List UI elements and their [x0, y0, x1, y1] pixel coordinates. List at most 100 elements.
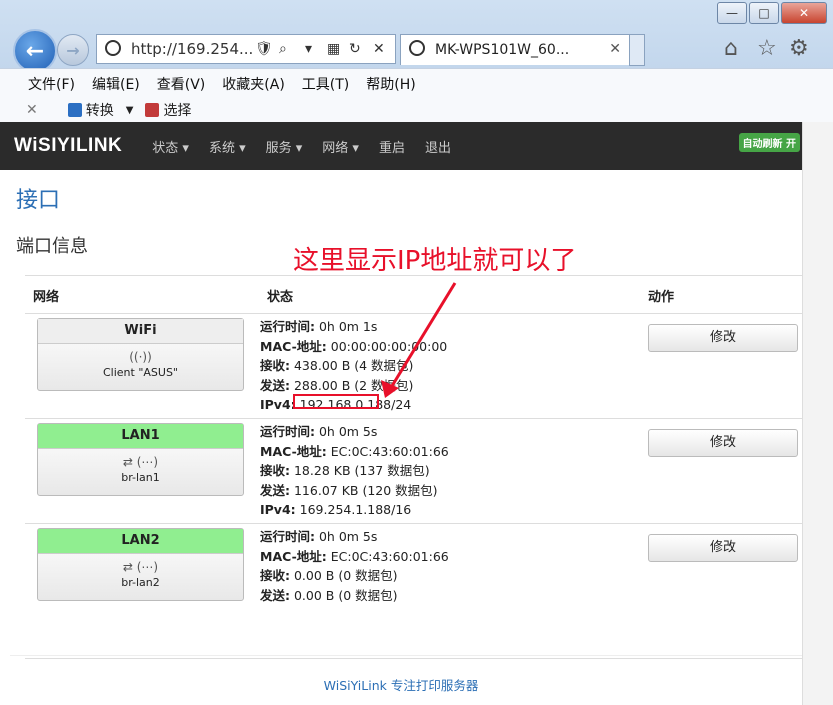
status-line: 接收: 0.00 B (0 数据包)	[260, 566, 449, 586]
status-line: 接收: 438.00 B (4 数据包)	[260, 356, 447, 376]
search-icon[interactable]: ⌕	[279, 41, 287, 57]
status-value: 00:00:00:00:00:00	[330, 338, 448, 354]
menu-view[interactable]: 查看(V)	[157, 74, 206, 94]
edit-button[interactable]: 修改	[648, 324, 798, 352]
status-label: MAC-地址:	[260, 338, 327, 354]
interfaces-table: 网络 状态 动作 WiFi ((·)) Client "ASUS" 运行时间: 0h …	[25, 275, 802, 659]
refresh-icon[interactable]: ↻	[349, 41, 361, 57]
interface-body: ((·)) Client "ASUS"	[38, 344, 243, 390]
status-line: 运行时间: 0h 0m 1s	[260, 317, 447, 337]
interface-body: ⇄ (⋯) br-lan1	[38, 449, 243, 495]
favorites-star-icon[interactable]: ☆	[757, 36, 777, 61]
table-row: LAN2 ⇄ (⋯) br-lan2 运行时间: 0h 0m 5s MAC-地址: EC…	[25, 524, 802, 659]
status-value: 116.07 KB (120 数据包)	[293, 482, 438, 498]
dropdown-icon[interactable]: ▾	[305, 41, 312, 57]
col-network: 网络	[33, 290, 60, 305]
status-label: 发送:	[260, 587, 290, 603]
page-title: 接口	[16, 188, 61, 213]
nav-network[interactable]: 网络 ▾	[322, 137, 359, 156]
select-icon	[145, 103, 160, 117]
home-icon[interactable]: ⌂	[724, 36, 738, 61]
nav-services[interactable]: 服务 ▾	[266, 137, 303, 156]
nav-logout[interactable]: 退出	[425, 137, 451, 156]
stop-icon[interactable]: ✕	[373, 41, 385, 57]
site-navbar: WiSIYILINK 状态 ▾ 系统 ▾ 服务 ▾ 网络 ▾ 重启 退出 自动刷…	[0, 122, 833, 170]
interface-name: LAN1	[38, 424, 243, 449]
menu-bar: 文件(F) 编辑(E) 查看(V) 收藏夹(A) 工具(T) 帮助(H)	[0, 68, 833, 98]
convert-dropdown-icon[interactable]: ▼	[126, 105, 134, 116]
gear-icon[interactable]: ⚙	[789, 36, 809, 61]
new-tab-button[interactable]	[629, 34, 645, 66]
footer-divider	[10, 655, 802, 656]
close-icon[interactable]: ✕	[781, 2, 827, 24]
status-value: 0.00 B (0 数据包)	[293, 587, 398, 603]
back-button[interactable]: ←	[13, 29, 57, 73]
compat-view-icon[interactable]: ▦	[327, 41, 340, 57]
status-line: 运行时间: 0h 0m 5s	[260, 422, 449, 442]
maximize-icon[interactable]: □	[749, 2, 779, 24]
col-status: 状态	[267, 290, 294, 305]
status-label: IPv4:	[260, 502, 296, 517]
status-label: 发送:	[260, 482, 290, 498]
close-toolbar-icon[interactable]: ✕	[26, 102, 38, 118]
status-label: 接收:	[260, 463, 290, 478]
interface-body: ⇄ (⋯) br-lan2	[38, 554, 243, 600]
interface-sub: br-lan1	[121, 471, 160, 484]
status-value: 0h 0m 1s	[318, 319, 378, 334]
menu-favorites[interactable]: 收藏夹(A)	[222, 74, 285, 94]
vertical-scrollbar[interactable]	[802, 122, 833, 705]
status-line: 发送: 0.00 B (0 数据包)	[260, 586, 449, 606]
interface-card: LAN2 ⇄ (⋯) br-lan2	[37, 528, 244, 601]
menu-file[interactable]: 文件(F)	[28, 74, 75, 94]
menu-tools[interactable]: 工具(T)	[302, 74, 349, 94]
status-label: 接收:	[260, 358, 290, 373]
status-label: 运行时间:	[260, 319, 315, 334]
status-label: MAC-地址:	[260, 443, 327, 459]
section-title: 端口信息	[16, 236, 88, 257]
select-button[interactable]: 选择	[163, 100, 191, 120]
edit-button[interactable]: 修改	[648, 429, 798, 457]
command-bar: ✕ 转换 ▼ 选择	[0, 98, 833, 122]
convert-button[interactable]: 转换	[86, 100, 114, 120]
edit-button[interactable]: 修改	[648, 534, 798, 562]
auto-refresh-badge[interactable]: 自动刷新 开	[738, 133, 800, 152]
browser-tab[interactable]: MK-WPS101W_60... ✕	[400, 34, 630, 65]
annotation-text: 这里显示IP地址就可以了	[293, 246, 577, 276]
status-value: 0h 0m 5s	[318, 529, 378, 544]
status-line: 接收: 18.28 KB (137 数据包)	[260, 461, 449, 481]
nav-status[interactable]: 状态 ▾	[152, 137, 189, 156]
status-line: MAC-地址: 00:00:00:00:00:00	[260, 337, 447, 357]
interface-card: WiFi ((·)) Client "ASUS"	[37, 318, 244, 391]
menu-edit[interactable]: 编辑(E)	[92, 74, 140, 94]
address-bar[interactable]: http://169.254... 🛡 ⌕ ▾ ▦ ↻ ✕	[96, 34, 396, 64]
ethernet-icon: ⇄ (⋯)	[122, 560, 159, 574]
wifi-icon: ((·))	[129, 350, 152, 364]
address-url[interactable]: http://169.254...	[131, 40, 253, 58]
status-label: 发送:	[260, 377, 290, 393]
interface-name: WiFi	[38, 319, 243, 344]
status-value: 18.28 KB (137 数据包)	[293, 463, 430, 478]
interface-name: LAN2	[38, 529, 243, 554]
menu-help[interactable]: 帮助(H)	[366, 74, 415, 94]
window-controls: — □ ✕	[715, 2, 827, 24]
status-value: 0h 0m 5s	[318, 424, 378, 439]
interface-status: 运行时间: 0h 0m 5s MAC-地址: EC:0C:43:60:01:66 接…	[260, 422, 449, 520]
status-value: 0.00 B (0 数据包)	[293, 568, 398, 583]
status-label: 运行时间:	[260, 529, 315, 544]
interface-sub: Client "ASUS"	[102, 366, 178, 379]
interface-status: 运行时间: 0h 0m 5s MAC-地址: EC:0C:43:60:01:66 接…	[260, 527, 449, 605]
footer-link[interactable]: WiSiYiLink 专注打印服务器	[0, 675, 802, 694]
shield-icon[interactable]: 🛡	[255, 41, 273, 57]
site-logo[interactable]: WiSIYILINK	[14, 135, 122, 157]
status-value: 438.00 B (4 数据包)	[293, 358, 414, 373]
status-line: 发送: 116.07 KB (120 数据包)	[260, 481, 449, 501]
status-value: 288.00 B (2 数据包)	[293, 377, 414, 393]
forward-button[interactable]: →	[57, 34, 89, 66]
convert-icon	[67, 103, 82, 117]
table-row: LAN1 ⇄ (⋯) br-lan1 运行时间: 0h 0m 5s MAC-地址: EC…	[25, 419, 802, 524]
nav-reboot[interactable]: 重启	[379, 137, 405, 156]
tab-close-icon[interactable]: ✕	[609, 41, 621, 57]
minimize-icon[interactable]: —	[717, 2, 747, 24]
status-label: 接收:	[260, 568, 290, 583]
nav-system[interactable]: 系统 ▾	[209, 137, 246, 156]
